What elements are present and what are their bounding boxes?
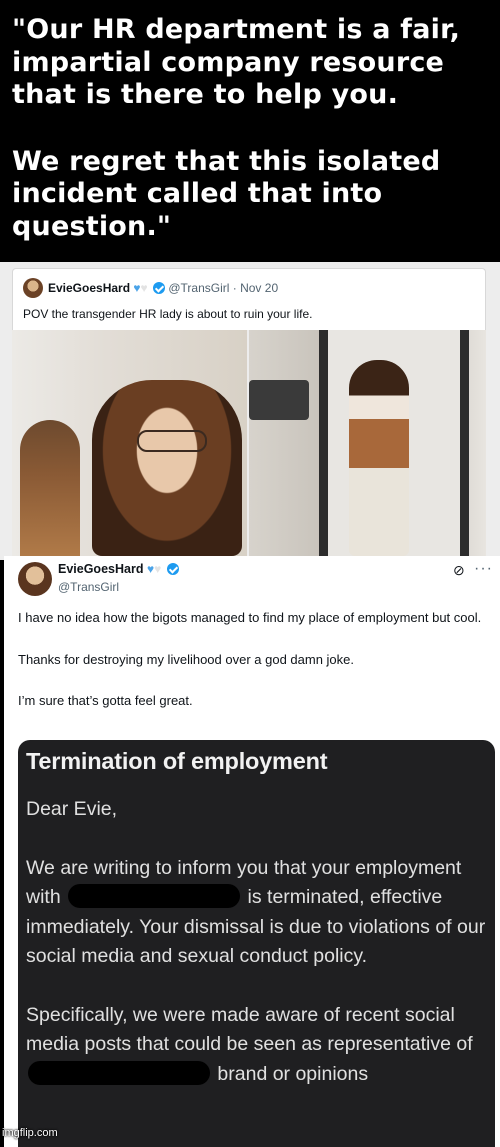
separator-dot: · xyxy=(232,281,237,295)
avatar[interactable] xyxy=(18,562,52,596)
notice-greeting: Dear Evie, xyxy=(26,798,118,820)
tweet-paragraph: I have no idea how the bigots managed to… xyxy=(18,610,482,625)
tweet-2[interactable]: EvieGoesHard ♥♥ @TransGirl ⊘ ··· I have … xyxy=(4,556,500,1147)
blue-heart-icon: ♥ xyxy=(133,281,141,295)
photo-hair xyxy=(92,380,242,556)
author-handle[interactable]: @TransGirl xyxy=(168,281,229,295)
caption-line-1: "Our HR department is a fair, impartial … xyxy=(12,14,461,110)
termination-notice-image[interactable]: Termination of employment Dear Evie, We … xyxy=(18,740,495,1147)
more-icon[interactable]: ··· xyxy=(474,560,493,578)
grok-icon[interactable]: ⊘ xyxy=(453,562,465,579)
photo-clothes-rack xyxy=(249,380,309,420)
white-heart-icon: ♥ xyxy=(154,562,162,576)
tweet-paragraph: I’m sure that’s gotta feel great. xyxy=(18,693,193,708)
meme-caption: "Our HR department is a fair, impartial … xyxy=(0,0,500,262)
tweet-date[interactable]: Nov 20 xyxy=(240,281,278,295)
tweet-1-header: EvieGoesHard ♥♥ @TransGirl · Nov 20 xyxy=(48,281,278,295)
avatar[interactable] xyxy=(23,278,43,298)
verified-badge-icon xyxy=(166,563,179,575)
notice-p2-end: brand or opinions xyxy=(212,1062,369,1085)
tweet-2-text: I have no idea how the bigots managed to… xyxy=(18,608,493,733)
notice-paragraph-1: We are writing to inform you that your e… xyxy=(26,854,486,972)
author-name[interactable]: EvieGoesHard xyxy=(48,281,130,295)
notice-title: Termination of employment xyxy=(26,748,328,774)
author-name[interactable]: EvieGoesHard xyxy=(58,562,143,576)
white-heart-icon: ♥ xyxy=(140,281,148,295)
tweet-photo-2[interactable] xyxy=(249,330,486,556)
notice-body: Dear Evie, We are writing to inform you … xyxy=(26,795,486,1089)
blue-heart-icon: ♥ xyxy=(146,562,155,576)
redaction-bar xyxy=(68,884,241,908)
photo-figure-left xyxy=(20,420,80,556)
author-name-row: EvieGoesHard ♥♥ xyxy=(58,562,179,576)
verified-badge-icon xyxy=(152,282,165,294)
watermark: imgflip.com xyxy=(2,1127,58,1139)
photo-glasses xyxy=(137,430,207,452)
redaction-bar xyxy=(28,1060,210,1085)
caption-line-2: We regret that this isolated incident ca… xyxy=(12,145,441,242)
notice-paragraph-2: Specifically, we were made aware of rece… xyxy=(26,1001,486,1090)
author-handle[interactable]: @TransGirl xyxy=(58,580,119,594)
photo-person xyxy=(349,360,409,556)
notice-p2-start: Specifically, we were made aware of rece… xyxy=(26,1003,473,1056)
tweet-1[interactable]: EvieGoesHard ♥♥ @TransGirl · Nov 20 POV … xyxy=(12,268,486,330)
tweet-paragraph: Thanks for destroying my livelihood over… xyxy=(18,651,355,667)
tweet-1-text: POV the transgender HR lady is about to … xyxy=(23,307,313,321)
tweet-photo-1[interactable] xyxy=(12,330,247,556)
